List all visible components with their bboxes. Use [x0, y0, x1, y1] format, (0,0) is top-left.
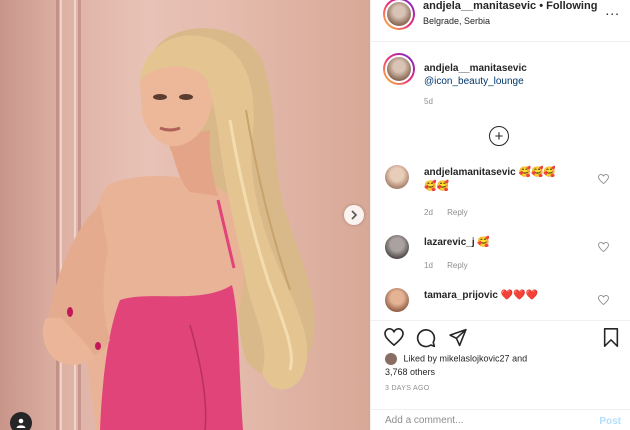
- load-more-icon: +: [494, 127, 504, 145]
- liker-avatar: [385, 353, 397, 365]
- comment-avatar[interactable]: [385, 288, 409, 312]
- comment-username[interactable]: tamara_prijovic: [424, 290, 498, 301]
- separator-dot: •: [539, 0, 544, 12]
- comment-icon[interactable]: [416, 328, 436, 348]
- more-options-icon[interactable]: ...: [605, 2, 620, 18]
- caption-mention-link[interactable]: @icon_beauty_lounge: [424, 76, 524, 87]
- header-user-line: andjela__manitasevic • Following: [423, 0, 597, 12]
- post-side-panel: andjela__manitasevic • Following Belgrad…: [370, 0, 630, 430]
- post-actions: Liked by mikelaslojkovic27 and 3,768 oth…: [371, 320, 630, 430]
- comment-username[interactable]: lazarevic_j: [424, 237, 475, 248]
- liked-by-text: Liked by mikelaslojkovic27 and: [403, 353, 528, 364]
- comment-time: 2d: [424, 208, 433, 217]
- post-photo[interactable]: [0, 0, 370, 430]
- like-heart-icon[interactable]: [384, 328, 404, 346]
- comment-item: tamara_prijovic ❤️❤️❤️: [424, 290, 538, 301]
- model-figure: [42, 28, 315, 430]
- chevron-right-icon: [351, 210, 358, 220]
- reply-button[interactable]: Reply: [447, 261, 467, 270]
- comment-item: andjelamanitasevic 🥰🥰🥰: [424, 167, 556, 178]
- post-comment-button[interactable]: Post: [599, 416, 621, 427]
- post-header: andjela__manitasevic • Following Belgrad…: [371, 0, 630, 42]
- caption-time: 5d: [424, 97, 433, 106]
- liked-by-line[interactable]: Liked by mikelaslojkovic27 and: [385, 353, 527, 365]
- add-comment-input[interactable]: [385, 415, 585, 426]
- heart-icon[interactable]: [598, 295, 609, 305]
- comments-list[interactable]: andjela__manitasevic @icon_beauty_lounge…: [371, 43, 630, 320]
- comment-meta: 1d Reply: [424, 261, 480, 270]
- caption-username[interactable]: andjela__manitasevic: [424, 63, 527, 74]
- user-tag-button[interactable]: [10, 412, 32, 430]
- comment-text: ❤️❤️❤️: [500, 290, 539, 301]
- caption-avatar[interactable]: [383, 53, 415, 85]
- comment-meta: 2d Reply: [424, 208, 480, 217]
- heart-icon[interactable]: [598, 242, 609, 252]
- location-link[interactable]: Belgrade, Serbia: [423, 16, 490, 26]
- author-avatar[interactable]: [383, 0, 415, 30]
- comment-text: 🥰🥰🥰: [518, 167, 556, 178]
- author-username[interactable]: andjela__manitasevic: [423, 0, 536, 12]
- comment-avatar[interactable]: [385, 165, 409, 189]
- comment-time: 1d: [424, 261, 433, 270]
- add-comment-bar: Post: [371, 409, 630, 430]
- share-icon[interactable]: [448, 328, 468, 347]
- heart-icon[interactable]: [598, 174, 609, 184]
- post-date: 3 DAYS AGO: [385, 385, 430, 392]
- comment-text-continued: 🥰🥰: [424, 181, 449, 192]
- comment-avatar[interactable]: [385, 235, 409, 259]
- bookmark-icon[interactable]: [603, 328, 619, 347]
- following-button[interactable]: Following: [546, 0, 597, 12]
- comment-item: lazarevic_j 🥰: [424, 237, 490, 248]
- user-tag-icon: [16, 418, 26, 428]
- next-photo-button[interactable]: [344, 205, 364, 225]
- likes-count[interactable]: 3,768 others: [385, 367, 435, 377]
- reply-button[interactable]: Reply: [447, 208, 467, 217]
- comment-text: 🥰: [477, 237, 490, 248]
- comment-username[interactable]: andjelamanitasevic: [424, 167, 516, 178]
- load-more-comments-button[interactable]: +: [489, 126, 509, 146]
